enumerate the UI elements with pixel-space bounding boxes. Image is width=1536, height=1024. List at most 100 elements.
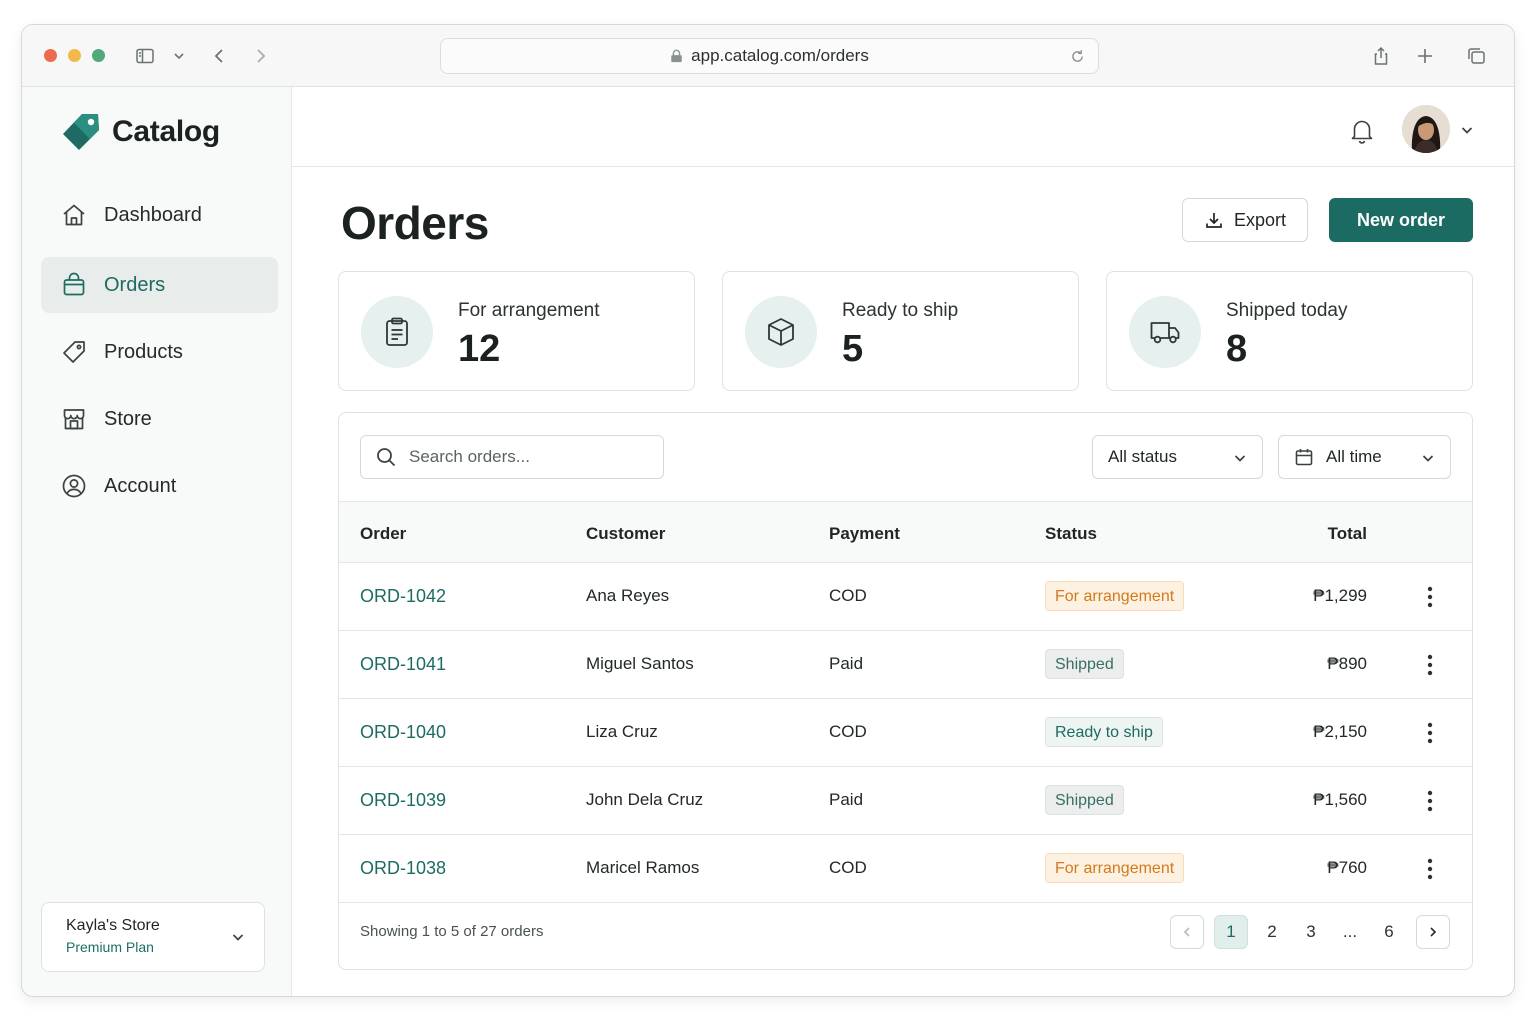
chevron-down-icon[interactable]: [166, 43, 192, 69]
order-total: ₱1,560: [1313, 790, 1367, 809]
bell-icon[interactable]: [1347, 116, 1377, 146]
payment-method: COD: [829, 586, 867, 605]
chevron-down-icon[interactable]: [1459, 122, 1475, 138]
export-label: Export: [1233, 209, 1287, 230]
more-options-icon[interactable]: [1420, 719, 1440, 747]
close-window-button[interactable]: [44, 49, 57, 62]
more-options-icon[interactable]: [1420, 651, 1440, 679]
more-options-icon[interactable]: [1420, 583, 1440, 611]
order-id-link[interactable]: ORD-1042: [360, 586, 446, 607]
sidebar-item-label: Account: [104, 474, 177, 497]
sidebar-item-label: Orders: [104, 273, 166, 296]
sidebar-item-label: Dashboard: [104, 203, 202, 226]
sidebar-item-products[interactable]: Products: [41, 324, 278, 380]
share-icon[interactable]: [1368, 43, 1394, 69]
tag-icon: [63, 341, 85, 363]
search-field[interactable]: [360, 435, 664, 479]
orders-table-card: All status All time Order Customer Payme…: [338, 412, 1473, 970]
reload-icon[interactable]: [1069, 48, 1086, 65]
sidebar-item-store[interactable]: Store: [41, 391, 278, 447]
search-icon: [377, 448, 396, 467]
minimize-window-button[interactable]: [68, 49, 81, 62]
back-button[interactable]: [206, 43, 232, 69]
status-badge: Shipped: [1045, 785, 1124, 815]
stat-value: 12: [458, 328, 501, 370]
table-row[interactable]: ORD-1040 Liza Cruz COD Ready to ship ₱2,…: [339, 699, 1472, 767]
forward-button[interactable]: [248, 43, 274, 69]
status-filter-select[interactable]: All status: [1092, 435, 1263, 479]
page-button-2[interactable]: 2: [1255, 915, 1289, 949]
maximize-window-button[interactable]: [92, 49, 105, 62]
payment-method: COD: [829, 722, 867, 741]
more-options-icon[interactable]: [1420, 855, 1440, 883]
clipboard-icon: [361, 296, 433, 368]
next-page-button[interactable]: [1416, 915, 1450, 949]
page-button-3[interactable]: 3: [1294, 915, 1328, 949]
address-bar[interactable]: app.catalog.com/orders: [440, 38, 1099, 74]
column-header-order[interactable]: Order: [360, 524, 406, 544]
store-switcher[interactable]: Kayla's Store Premium Plan: [41, 902, 265, 972]
chevron-down-icon: [1234, 455, 1246, 462]
new-order-button[interactable]: New order: [1329, 198, 1473, 242]
sidebar-item-label: Products: [104, 340, 183, 363]
time-filter-value: All time: [1326, 447, 1382, 466]
sidebar-toggle-icon[interactable]: [132, 43, 158, 69]
order-total: ₱890: [1327, 654, 1367, 673]
truck-icon: [1129, 296, 1201, 368]
avatar[interactable]: [1402, 105, 1450, 153]
time-filter-select[interactable]: All time: [1278, 435, 1451, 479]
column-header-payment[interactable]: Payment: [829, 524, 900, 544]
brand-logo[interactable]: Catalog: [60, 111, 220, 153]
order-id-link[interactable]: ORD-1040: [360, 722, 446, 743]
order-total: ₱1,299: [1313, 586, 1367, 605]
order-id-link[interactable]: ORD-1039: [360, 790, 446, 811]
chevron-down-icon: [232, 934, 244, 941]
previous-page-button[interactable]: [1170, 915, 1204, 949]
stat-value: 8: [1226, 328, 1248, 370]
payment-method: Paid: [829, 790, 864, 809]
brand-name: Catalog: [112, 115, 220, 148]
browser-window: app.catalog.com/orders Catalog Dashboard: [21, 24, 1515, 997]
status-badge: For arrangement: [1045, 581, 1185, 611]
more-options-icon[interactable]: [1420, 787, 1440, 815]
sidebar-item-orders[interactable]: Orders: [41, 257, 278, 313]
url-text: app.catalog.com/orders: [691, 46, 869, 65]
stat-label: Ready to ship: [842, 300, 959, 321]
order-id-link[interactable]: ORD-1041: [360, 654, 446, 675]
payment-method: Paid: [829, 654, 864, 673]
page-button-1[interactable]: 1: [1214, 915, 1248, 949]
order-total: ₱2,150: [1313, 722, 1367, 741]
table-row[interactable]: ORD-1039 John Dela Cruz Paid Shipped ₱1,…: [339, 767, 1472, 835]
page-button-6[interactable]: 6: [1372, 915, 1406, 949]
status-badge: For arrangement: [1045, 853, 1185, 883]
calendar-icon: [1295, 449, 1313, 466]
lock-icon: [671, 49, 682, 63]
customer-name: John Dela Cruz: [586, 790, 704, 809]
pagination-summary: Showing 1 to 5 of 27 orders: [360, 923, 544, 940]
sidebar-item-dashboard[interactable]: Dashboard: [41, 187, 278, 243]
payment-method: COD: [829, 858, 867, 877]
box-icon: [745, 296, 817, 368]
status-filter-value: All status: [1108, 447, 1177, 466]
sidebar-item-account[interactable]: Account: [41, 458, 278, 514]
column-header-total[interactable]: Total: [1328, 524, 1367, 544]
table-row[interactable]: ORD-1042 Ana Reyes COD For arrangement ₱…: [339, 563, 1472, 631]
table-row[interactable]: ORD-1038 Maricel Ramos COD For arrangeme…: [339, 835, 1472, 903]
chevron-left-icon: [1183, 927, 1190, 937]
search-input[interactable]: [409, 447, 649, 467]
export-button[interactable]: Export: [1182, 198, 1308, 242]
tabs-overview-icon[interactable]: [1463, 43, 1489, 69]
sidebar-item-label: Store: [104, 407, 152, 430]
order-id-link[interactable]: ORD-1038: [360, 858, 446, 879]
user-circle-icon: [62, 474, 86, 498]
chevron-right-icon: [1430, 927, 1437, 937]
customer-name: Liza Cruz: [586, 722, 658, 741]
table-row[interactable]: ORD-1041 Miguel Santos Paid Shipped ₱890: [339, 631, 1472, 699]
new-tab-icon[interactable]: [1412, 43, 1438, 69]
stat-card-for-arrangement: For arrangement 12: [338, 271, 695, 391]
column-header-customer[interactable]: Customer: [586, 524, 665, 544]
column-header-status[interactable]: Status: [1045, 524, 1097, 544]
top-bar: [292, 87, 1514, 167]
customer-name: Miguel Santos: [586, 654, 694, 673]
customer-name: Maricel Ramos: [586, 858, 700, 877]
